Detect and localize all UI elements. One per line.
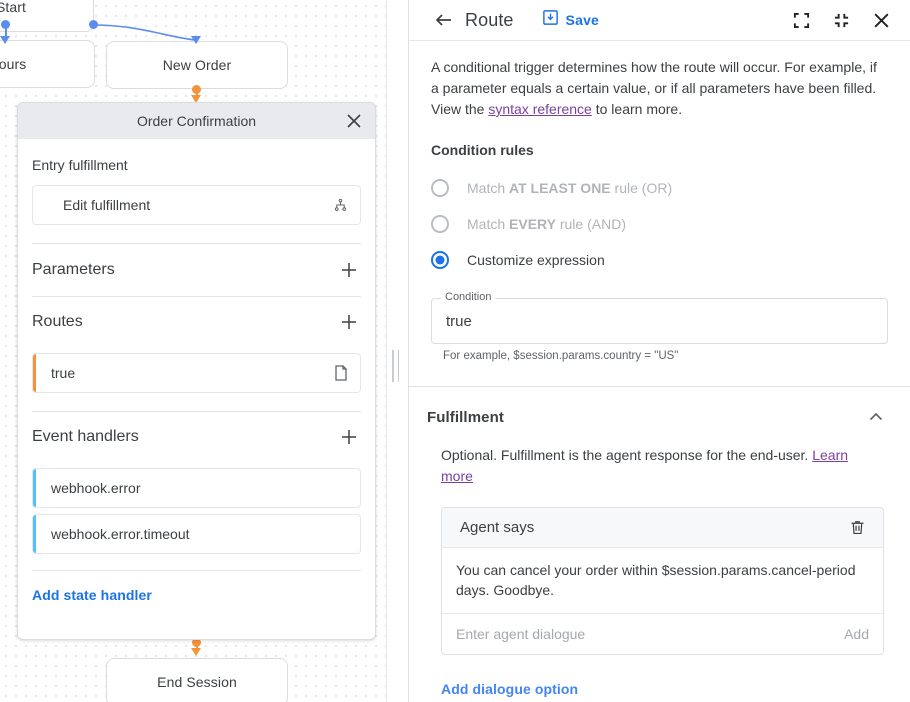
save-button[interactable]: Save xyxy=(542,9,600,31)
agent-says-header: Agent says xyxy=(442,508,883,548)
flow-node-end-session-label: End Session xyxy=(157,674,237,690)
condition-field-label: Condition xyxy=(441,291,495,303)
page-icon xyxy=(334,365,348,381)
route-item-true[interactable]: true xyxy=(32,353,361,393)
radio-customize-expression[interactable]: Customize expression xyxy=(431,242,888,278)
condition-input[interactable]: true xyxy=(431,298,888,344)
connector-arrow-hours xyxy=(0,36,10,44)
fulfillment-description-text: Optional. Fulfillment is the agent respo… xyxy=(441,447,812,463)
agent-says-input-row[interactable]: Enter agent dialogue Add xyxy=(442,614,883,654)
event-handlers-section-header: Event handlers xyxy=(32,412,361,462)
add-route-button[interactable] xyxy=(337,310,361,334)
radio-icon xyxy=(431,179,449,197)
radio-label: Match AT LEAST ONE rule (OR) xyxy=(467,180,672,196)
trash-icon[interactable] xyxy=(845,516,869,540)
connector-dot-start-right xyxy=(89,20,98,29)
agent-dialogue-input-placeholder[interactable]: Enter agent dialogue xyxy=(456,626,585,642)
route-item-label: true xyxy=(51,365,75,381)
panel-splitter[interactable] xyxy=(386,0,408,702)
event-handler-item[interactable]: webhook.error xyxy=(32,468,361,508)
flow-node-start-label: Start xyxy=(0,0,26,15)
order-confirmation-title: Order Confirmation xyxy=(137,113,256,129)
close-icon[interactable] xyxy=(343,110,365,132)
order-confirmation-header: Order Confirmation xyxy=(18,103,375,139)
fulfillment-section: Fulfillment Optional. Fulfillment is the… xyxy=(409,387,910,697)
edit-fulfillment-card[interactable]: Edit fulfillment xyxy=(32,185,361,225)
radio-label-prefix: Match xyxy=(467,216,509,232)
route-description-text-after: to learn more. xyxy=(592,101,682,117)
radio-icon-selected xyxy=(431,251,449,269)
radio-match-at-least-one[interactable]: Match AT LEAST ONE rule (OR) xyxy=(431,170,888,206)
entry-fulfillment-title: Entry fulfillment xyxy=(32,139,361,173)
splitter-grip-icon[interactable] xyxy=(392,350,399,382)
chevron-up-icon[interactable] xyxy=(864,405,888,429)
fulfillment-header: Fulfillment xyxy=(427,405,888,429)
condition-field-wrapper: Condition true For example, $session.par… xyxy=(431,298,888,362)
order-confirmation-dialog: Order Confirmation Entry fulfillment Edi… xyxy=(17,102,376,640)
connector-arrow-end-session xyxy=(191,648,201,656)
save-icon xyxy=(542,9,559,31)
radio-label: Customize expression xyxy=(467,252,605,268)
agent-says-card: Agent says You can cancel your order wit… xyxy=(441,507,884,655)
route-panel-title: Route xyxy=(465,10,514,31)
close-icon[interactable] xyxy=(866,5,896,35)
radio-label-suffix: rule (AND) xyxy=(556,216,626,232)
event-handler-item[interactable]: webhook.error.timeout xyxy=(32,514,361,554)
route-panel-header: Route Save xyxy=(409,0,910,41)
add-event-handler-button[interactable] xyxy=(337,425,361,449)
event-handler-label: webhook.error.timeout xyxy=(51,526,190,542)
order-confirmation-body: Entry fulfillment Edit fulfillment Param… xyxy=(18,139,375,639)
flow-node-new-order-label: New Order xyxy=(163,57,232,73)
condition-helper-text: For example, $session.params.country = "… xyxy=(431,350,888,362)
parameters-section-header: Parameters xyxy=(32,244,361,296)
radio-label-suffix: rule (OR) xyxy=(611,180,672,196)
add-state-handler-link[interactable]: Add state handler xyxy=(32,571,361,603)
routes-title: Routes xyxy=(32,313,83,331)
flow-node-hours[interactable]: Hours xyxy=(0,40,95,88)
event-handlers-title: Event handlers xyxy=(32,428,139,446)
condition-rules-title: Condition rules xyxy=(431,142,888,158)
event-handler-label: webhook.error xyxy=(51,480,141,496)
flow-node-start[interactable]: Start xyxy=(0,0,94,32)
condition-input-value: true xyxy=(446,313,472,330)
connector-arrow-new-order xyxy=(191,36,201,44)
route-description: A conditional trigger determines how the… xyxy=(431,57,888,120)
agent-says-text[interactable]: You can cancel your order within $sessio… xyxy=(442,548,883,614)
radio-label-bold: EVERY xyxy=(509,216,556,232)
flow-canvas[interactable]: Start Hours New Order End Session xyxy=(0,0,393,702)
flow-node-end-session[interactable]: End Session xyxy=(106,658,288,702)
route-panel-scroll-area[interactable]: A conditional trigger determines how the… xyxy=(409,41,910,702)
flow-node-new-order[interactable]: New Order xyxy=(106,41,288,89)
add-dialogue-option-link[interactable]: Add dialogue option xyxy=(441,681,888,697)
app-root: Start Hours New Order End Session xyxy=(0,0,910,702)
edit-fulfillment-label: Edit fulfillment xyxy=(63,197,150,213)
condition-block: A conditional trigger determines how the… xyxy=(409,41,910,387)
account-tree-icon xyxy=(333,198,348,213)
radio-label-bold: AT LEAST ONE xyxy=(509,180,611,196)
routes-section-header: Routes xyxy=(32,297,361,347)
parameters-title: Parameters xyxy=(32,261,115,279)
fulfillment-title: Fulfillment xyxy=(427,409,504,426)
route-panel: Route Save xyxy=(408,0,910,702)
syntax-reference-link[interactable]: syntax reference xyxy=(488,101,592,117)
radio-match-every[interactable]: Match EVERY rule (AND) xyxy=(431,206,888,242)
collapse-icon[interactable] xyxy=(826,5,856,35)
add-dialogue-button[interactable]: Add xyxy=(844,626,869,642)
expand-icon[interactable] xyxy=(786,5,816,35)
radio-label-prefix: Match xyxy=(467,180,509,196)
agent-says-title: Agent says xyxy=(460,519,534,536)
radio-icon xyxy=(431,215,449,233)
flow-node-hours-label: Hours xyxy=(0,56,26,72)
fulfillment-description: Optional. Fulfillment is the agent respo… xyxy=(427,445,877,487)
back-arrow-icon[interactable] xyxy=(431,7,457,33)
add-parameter-button[interactable] xyxy=(337,258,361,282)
save-button-label: Save xyxy=(566,12,600,28)
radio-label: Match EVERY rule (AND) xyxy=(467,216,626,232)
